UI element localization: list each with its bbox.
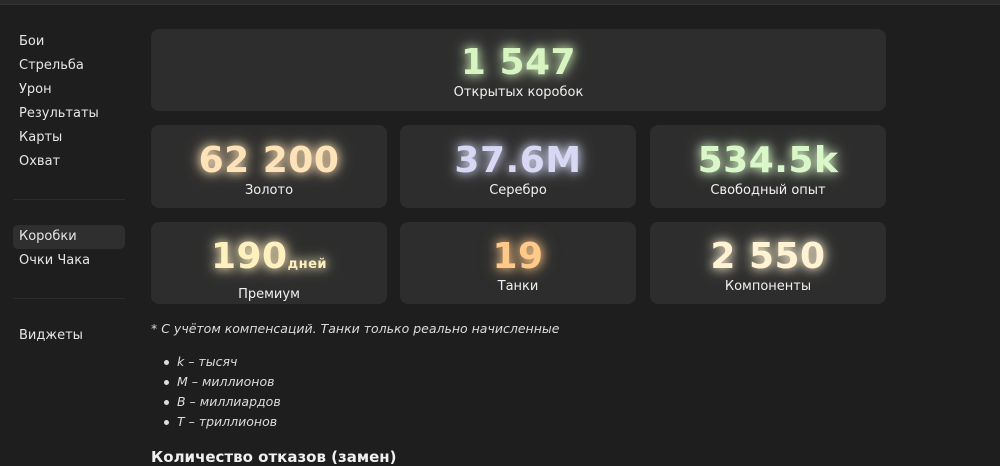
components-value: 2 550 [710,236,826,277]
compensation-note: * С учётом компенсаций. Танки только реа… [151,321,560,336]
sidebar-divider [13,298,125,299]
sidebar-item-boxes[interactable]: Коробки [13,225,125,249]
legend-item: B – миллиардов [164,392,281,412]
card-gold: 62 200 Золото [151,125,387,208]
opened-boxes-label: Открытых коробок [453,85,584,100]
premium-value-wrap: 190дней [151,235,387,287]
top-bar [0,0,1000,5]
silver-value: 37.6M [454,140,582,181]
premium-label: Премиум [238,287,300,302]
free-xp-label: Свободный опыт [710,183,826,198]
sidebar-nav: Бои Стрельба Урон Результаты Карты Охват… [0,30,135,465]
sidebar-item-results[interactable]: Результаты [13,102,125,126]
premium-unit: дней [287,257,328,272]
legend-item: k – тысяч [164,352,281,372]
sidebar-item-coverage[interactable]: Охват [13,150,125,174]
silver-label: Серебро [489,183,547,198]
premium-value: 190 [210,236,288,277]
sidebar-divider [13,199,125,200]
free-xp-value: 534.5k [697,140,839,181]
opened-boxes-value: 1 547 [460,42,577,83]
tanks-label: Танки [497,279,539,294]
card-free-xp: 534.5k Свободный опыт [650,125,886,208]
sidebar-item-chuck-points[interactable]: Очки Чака [13,249,125,273]
components-label: Компоненты [724,279,812,294]
card-premium: 190дней Премиум [151,222,387,304]
card-opened-boxes: 1 547 Открытых коробок [151,29,886,111]
sidebar-item-widgets[interactable]: Виджеты [13,324,125,348]
card-tanks: 19 Танки [400,222,636,304]
sidebar-item-maps[interactable]: Карты [13,126,125,150]
tanks-value: 19 [492,236,544,277]
abbreviation-legend: k – тысяч M – миллионов B – миллиардов T… [164,352,281,432]
card-components: 2 550 Компоненты [650,222,886,304]
sidebar-item-damage[interactable]: Урон [13,78,125,102]
gold-label: Золото [244,183,294,198]
gold-value: 62 200 [198,140,340,181]
sidebar-item-shooting[interactable]: Стрельба [13,54,125,78]
section-title: Количество отказов (замен) [151,448,397,466]
card-silver: 37.6M Серебро [400,125,636,208]
legend-item: M – миллионов [164,372,281,392]
sidebar-item-battles[interactable]: Бои [13,30,125,54]
legend-item: T – триллионов [164,412,281,432]
